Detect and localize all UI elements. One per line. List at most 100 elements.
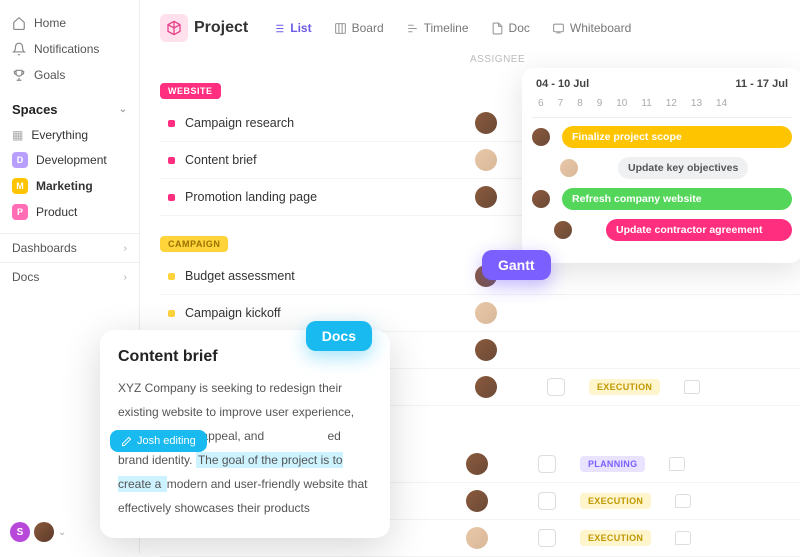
tab-list-label: List <box>290 21 311 35</box>
chevron-down-icon: ⌄ <box>119 104 127 115</box>
gantt-day: 11 <box>641 98 651 109</box>
tab-doc[interactable]: Doc <box>483 17 538 39</box>
comment-icon[interactable] <box>669 457 685 471</box>
editing-label: Josh editing <box>137 435 196 447</box>
spaces-label: Spaces <box>12 102 58 117</box>
gantt-avatar <box>554 221 572 239</box>
user-footer[interactable]: S ⌄ <box>10 522 66 542</box>
gantt-label: Gantt <box>482 250 551 280</box>
home-icon <box>12 16 26 30</box>
dashboards-label: Dashboards <box>12 241 77 255</box>
caret-icon: ⌄ <box>58 527 66 538</box>
assignee-avatar[interactable] <box>466 527 488 549</box>
space-marketing[interactable]: M Marketing <box>0 173 139 199</box>
assignee-avatar[interactable] <box>466 453 488 475</box>
space-everything-label: Everything <box>31 128 88 142</box>
nav-docs[interactable]: Docs › <box>0 262 139 291</box>
bell-icon <box>12 42 26 56</box>
gantt-day: 9 <box>597 98 603 109</box>
calendar-icon[interactable] <box>538 492 556 510</box>
status-execution[interactable]: EXECUTION <box>580 530 651 546</box>
trophy-icon <box>12 68 26 82</box>
tab-list[interactable]: List <box>264 17 319 39</box>
gantt-week-header: 04 - 10 Jul 11 - 17 Jul <box>532 78 792 96</box>
tab-whiteboard[interactable]: Whiteboard <box>544 17 639 39</box>
gantt-day: 7 <box>558 98 564 109</box>
project-header: Project List Board Timeline Doc Whiteboa… <box>160 10 800 54</box>
calendar-icon[interactable] <box>538 529 556 547</box>
comment-icon[interactable] <box>684 380 700 394</box>
space-everything[interactable]: ▦ Everything <box>0 123 139 147</box>
tab-timeline[interactable]: Timeline <box>398 17 477 39</box>
space-development[interactable]: D Development <box>0 147 139 173</box>
task-row[interactable]: Campaign kickoff <box>160 295 800 332</box>
gantt-row[interactable]: Update key objectives <box>532 156 792 180</box>
assignee-avatar[interactable] <box>466 490 488 512</box>
comment-icon[interactable] <box>675 494 691 508</box>
gantt-panel: 04 - 10 Jul 11 - 17 Jul 6 7 8 9 10 11 12… <box>522 68 800 263</box>
timeline-icon <box>406 22 419 35</box>
assignee-avatar[interactable] <box>475 186 497 208</box>
spaces-header[interactable]: Spaces ⌄ <box>0 88 139 123</box>
task-row[interactable]: Budget assessment <box>160 258 800 295</box>
gantt-day: 6 <box>538 98 544 109</box>
gantt-bar-contract[interactable]: Update contractor agreement <box>606 219 792 241</box>
gantt-bar-objectives[interactable]: Update key objectives <box>618 157 748 179</box>
gantt-day: 10 <box>616 98 627 109</box>
tab-whiteboard-label: Whiteboard <box>570 21 631 35</box>
gantt-week1: 04 - 10 Jul <box>536 78 589 90</box>
gantt-day-header: 6 7 8 9 10 11 12 13 14 <box>532 96 792 118</box>
group-website-badge[interactable]: WEBSITE <box>160 83 221 99</box>
nav-goals-label: Goals <box>34 68 65 82</box>
chevron-right-icon: › <box>124 243 127 254</box>
status-execution[interactable]: EXECUTION <box>580 493 651 509</box>
gantt-row[interactable]: Finalize project scope <box>532 125 792 149</box>
user-avatar-photo <box>34 522 54 542</box>
assignee-avatar[interactable] <box>475 376 497 398</box>
space-prod-label: Product <box>36 205 77 219</box>
space-mkt-badge: M <box>12 178 28 194</box>
task-name: Content brief <box>185 153 465 167</box>
gantt-day: 8 <box>577 98 583 109</box>
status-execution[interactable]: EXECUTION <box>589 379 660 395</box>
docs-panel: Docs Content brief XYZ Company is seekin… <box>100 330 390 538</box>
nav-dashboards[interactable]: Dashboards › <box>0 233 139 262</box>
gantt-row[interactable]: Update contractor agreement <box>532 218 792 242</box>
gantt-row[interactable]: Refresh company website <box>532 187 792 211</box>
space-mkt-label: Marketing <box>36 179 93 193</box>
gantt-day: 12 <box>666 98 677 109</box>
task-bullet <box>168 273 175 280</box>
gantt-bar-scope[interactable]: Finalize project scope <box>562 126 792 148</box>
grid-icon: ▦ <box>12 128 23 142</box>
assignee-avatar[interactable] <box>475 149 497 171</box>
assignee-avatar[interactable] <box>475 339 497 361</box>
space-dev-label: Development <box>36 153 107 167</box>
nav-notifications[interactable]: Notifications <box>0 36 139 62</box>
tab-board[interactable]: Board <box>326 17 392 39</box>
gantt-bar-website[interactable]: Refresh company website <box>562 188 792 210</box>
doc-icon <box>491 22 504 35</box>
nav-home-label: Home <box>34 16 66 30</box>
chevron-right-icon: › <box>124 272 127 283</box>
col-assignee: ASSIGNEE <box>470 54 525 65</box>
status-planning[interactable]: PLANNING <box>580 456 645 472</box>
assignee-avatar[interactable] <box>475 112 497 134</box>
nav-goals[interactable]: Goals <box>0 62 139 88</box>
gantt-avatar <box>532 128 550 146</box>
task-name: Promotion landing page <box>185 190 465 204</box>
space-product[interactable]: P Product <box>0 199 139 225</box>
gantt-day: 14 <box>716 98 727 109</box>
editing-indicator: Josh editing <box>110 430 207 452</box>
calendar-icon[interactable] <box>547 378 565 396</box>
group-campaign-badge[interactable]: CAMPAIGN <box>160 236 228 252</box>
project-cube-icon <box>160 14 188 42</box>
nav-home[interactable]: Home <box>0 10 139 36</box>
nav-notifications-label: Notifications <box>34 42 99 56</box>
gantt-day: 13 <box>691 98 702 109</box>
calendar-icon[interactable] <box>538 455 556 473</box>
comment-icon[interactable] <box>675 531 691 545</box>
assignee-avatar[interactable] <box>475 302 497 324</box>
whiteboard-icon <box>552 22 565 35</box>
gantt-avatar <box>560 159 578 177</box>
tab-board-label: Board <box>352 21 384 35</box>
